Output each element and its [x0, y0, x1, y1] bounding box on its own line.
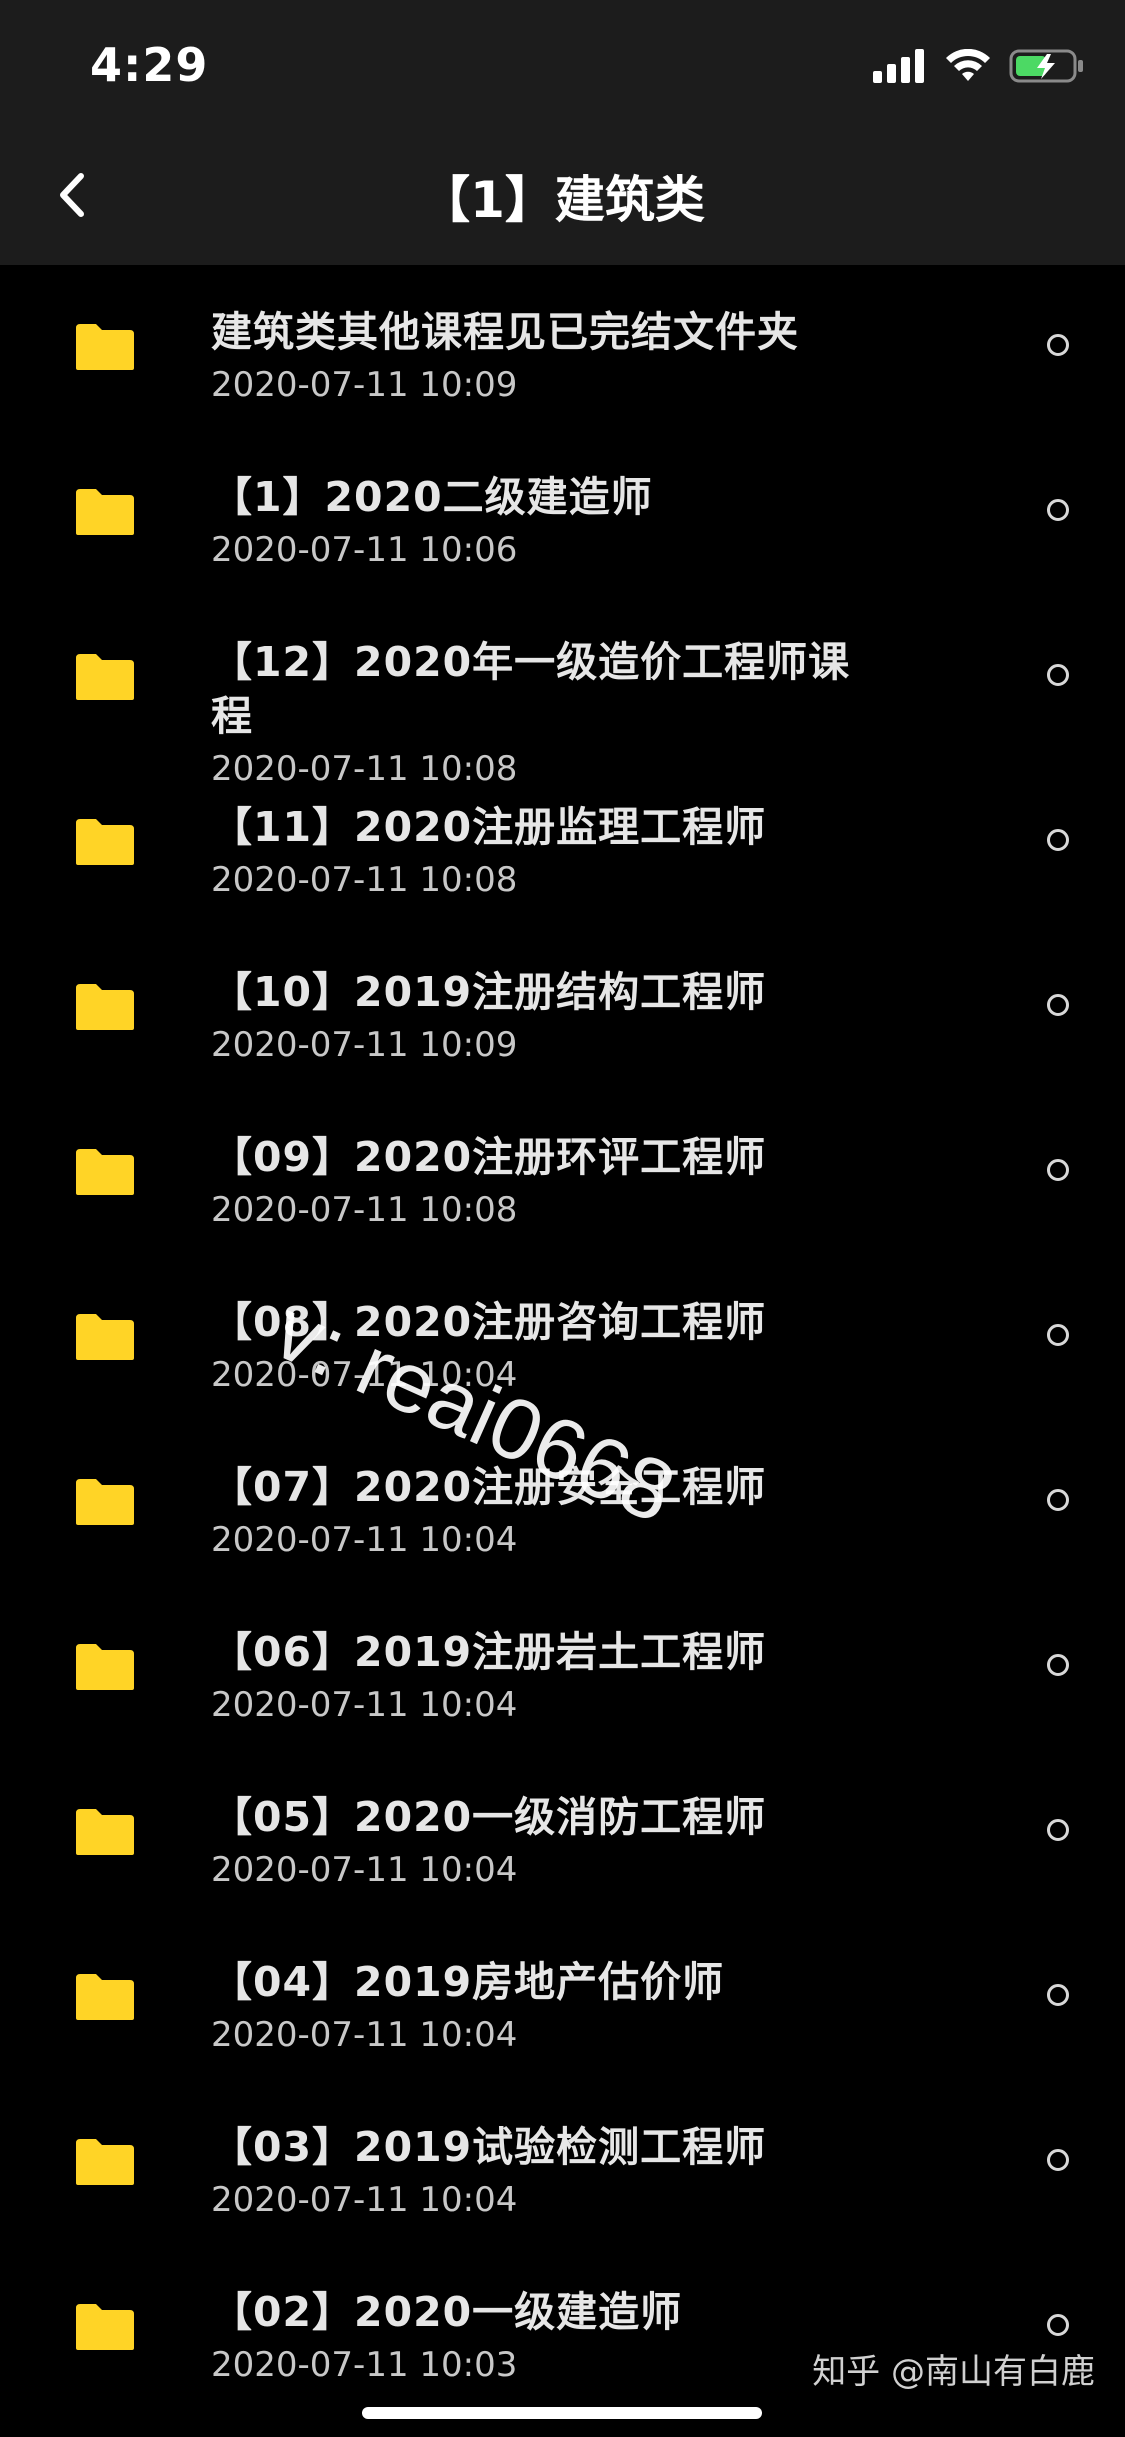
item-name: 【09】2020注册环评工程师 [211, 1133, 767, 1181]
select-radio[interactable] [1047, 1324, 1069, 1346]
folder-icon [76, 1479, 134, 1525]
item-date: 2020-07-11 10:04 [211, 1850, 518, 1890]
list-item[interactable]: 【05】2020一级消防工程师 2020-07-11 10:04 [0, 1750, 1125, 1910]
select-radio[interactable] [1047, 994, 1069, 1016]
item-name: 【04】2019房地产估价师 [211, 1958, 725, 2006]
item-name: 【06】2019注册岩土工程师 [211, 1628, 767, 1676]
folder-icon [76, 489, 134, 535]
list-item[interactable]: 【09】2020注册环评工程师 2020-07-11 10:08 [0, 1090, 1125, 1250]
item-name: 建筑类其他课程见已完结文件夹 [211, 308, 799, 356]
item-date: 2020-07-11 10:04 [211, 2180, 518, 2220]
folder-icon [76, 1314, 134, 1360]
status-time: 4:29 [90, 38, 209, 92]
item-date: 2020-07-11 10:08 [211, 1190, 518, 1230]
status-icons [873, 48, 1085, 88]
folder-icon [76, 654, 134, 700]
item-date: 2020-07-11 10:04 [211, 1355, 518, 1395]
item-name: 【11】2020注册监理工程师 [211, 803, 767, 851]
list-item[interactable]: 【08】2020注册咨询工程师 2020-07-11 10:04 [0, 1255, 1125, 1415]
select-radio[interactable] [1047, 664, 1069, 686]
item-name: 【03】2019试验检测工程师 [211, 2123, 767, 2171]
select-radio[interactable] [1047, 334, 1069, 356]
list-item[interactable]: 【03】2019试验检测工程师 2020-07-11 10:04 [0, 2080, 1125, 2240]
list-item[interactable]: 建筑类其他课程见已完结文件夹 2020-07-11 10:09 [0, 265, 1125, 425]
credit-text: 知乎 @南山有白鹿 [812, 2352, 1095, 2392]
item-name: 【12】2020年一级造价工程师课程 [211, 638, 851, 740]
folder-icon [76, 2139, 134, 2185]
list-item[interactable]: 【11】2020注册监理工程师 2020-07-11 10:08 [0, 760, 1125, 920]
select-radio[interactable] [1047, 1654, 1069, 1676]
item-name: 【10】2019注册结构工程师 [211, 968, 767, 1016]
item-date: 2020-07-11 10:09 [211, 1025, 518, 1065]
folder-icon [76, 1974, 134, 2020]
select-radio[interactable] [1047, 2314, 1069, 2336]
select-radio[interactable] [1047, 1159, 1069, 1181]
battery-charging-icon [1009, 48, 1085, 88]
select-radio[interactable] [1047, 1819, 1069, 1841]
folder-icon [76, 2304, 134, 2350]
select-radio[interactable] [1047, 2149, 1069, 2171]
item-date: 2020-07-11 10:08 [211, 860, 518, 900]
list-item[interactable]: 【04】2019房地产估价师 2020-07-11 10:04 [0, 1915, 1125, 2075]
item-date: 2020-07-11 10:03 [211, 2345, 518, 2385]
list-item[interactable]: 【10】2019注册结构工程师 2020-07-11 10:09 [0, 925, 1125, 1085]
item-name: 【02】2020一级建造师 [211, 2288, 683, 2336]
select-radio[interactable] [1047, 1489, 1069, 1511]
folder-icon [76, 984, 134, 1030]
item-date: 2020-07-11 10:06 [211, 530, 518, 570]
item-date: 2020-07-11 10:04 [211, 1685, 518, 1725]
home-indicator[interactable] [362, 2407, 762, 2419]
item-name: 【1】2020二级建造师 [211, 473, 653, 521]
item-name: 【07】2020注册安全工程师 [211, 1463, 767, 1511]
folder-icon [76, 324, 134, 370]
item-name: 【08】2020注册咨询工程师 [211, 1298, 767, 1346]
item-name: 【05】2020一级消防工程师 [211, 1793, 767, 1841]
list-item[interactable]: 【1】2020二级建造师 2020-07-11 10:06 [0, 430, 1125, 590]
item-date: 2020-07-11 10:04 [211, 1520, 518, 1560]
list-item[interactable]: 【07】2020注册安全工程师 2020-07-11 10:04 [0, 1420, 1125, 1580]
select-radio[interactable] [1047, 1984, 1069, 2006]
item-date: 2020-07-11 10:09 [211, 365, 518, 405]
wifi-icon [945, 48, 991, 87]
cellular-signal-icon [873, 49, 927, 87]
nav-bar: 【1】建筑类 [0, 130, 1125, 265]
folder-icon [76, 819, 134, 865]
select-radio[interactable] [1047, 499, 1069, 521]
select-radio[interactable] [1047, 829, 1069, 851]
item-date: 2020-07-11 10:04 [211, 2015, 518, 2055]
status-bar: 4:29 [0, 0, 1125, 130]
folder-icon [76, 1644, 134, 1690]
folder-icon [76, 1149, 134, 1195]
folder-icon [76, 1809, 134, 1855]
page-title: 【1】建筑类 [420, 171, 705, 229]
list-item[interactable]: 【06】2019注册岩土工程师 2020-07-11 10:04 [0, 1585, 1125, 1745]
